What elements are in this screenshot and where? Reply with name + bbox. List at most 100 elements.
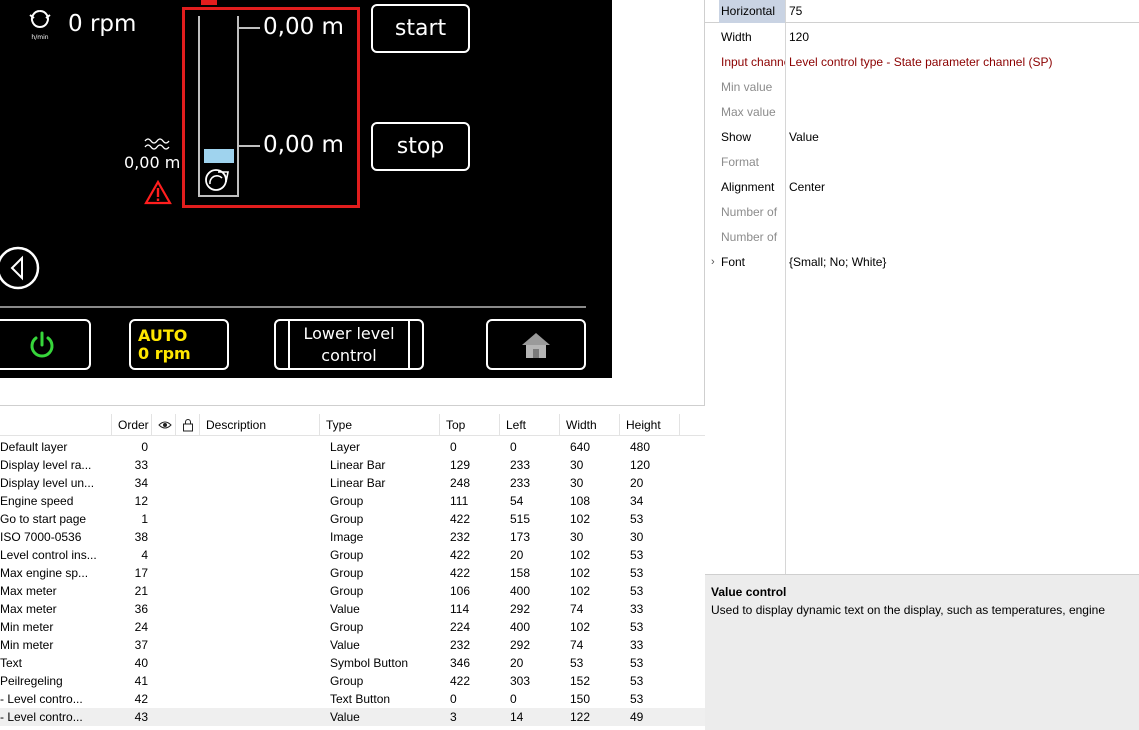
cell-height: 30 xyxy=(630,530,644,544)
table-row[interactable]: Engine speed 12 Group 111 54 108 34 xyxy=(0,492,705,510)
cell-name: Display level un... xyxy=(0,476,95,490)
cell-height: 53 xyxy=(630,692,644,706)
water-level-icon xyxy=(144,138,170,150)
auto-mode-button[interactable]: AUTO 0 rpm xyxy=(129,319,229,370)
col-visibility-header[interactable] xyxy=(152,414,176,436)
table-row[interactable]: Text 40 Symbol Button 346 20 53 53 xyxy=(0,654,705,672)
col-description-header[interactable]: Description xyxy=(200,414,320,436)
property-row[interactable]: Input channel Level control type - State … xyxy=(705,50,1139,75)
tank-level-gauge[interactable] xyxy=(188,12,268,202)
cell-order: 43 xyxy=(134,710,148,724)
display-preview[interactable]: h/min 0 rpm 0,00 m 0,00 m 0,00 m start s… xyxy=(0,0,612,378)
cell-type: Image xyxy=(330,530,364,544)
cell-name: Default layer xyxy=(0,440,68,454)
property-value[interactable]: 120 xyxy=(789,25,809,50)
property-row[interactable]: Number of xyxy=(705,200,1139,225)
cell-top: 106 xyxy=(450,584,471,598)
description-title: Value control xyxy=(711,585,787,599)
cell-height: 53 xyxy=(630,584,644,598)
min-level-value[interactable]: 0,00 m xyxy=(263,132,344,158)
table-row[interactable]: Display level ra... 33 Linear Bar 129 233 30 1… xyxy=(0,456,705,474)
cell-order: 17 xyxy=(134,566,148,580)
col-left-header[interactable]: Left xyxy=(500,414,560,436)
lower-level-control-button[interactable]: Lower level control xyxy=(274,319,424,370)
property-row[interactable]: Show Value xyxy=(705,125,1139,150)
warning-icon[interactable] xyxy=(144,180,172,205)
button-inner-border-left xyxy=(288,321,290,368)
cell-left: 292 xyxy=(510,638,531,652)
design-canvas[interactable]: h/min 0 rpm 0,00 m 0,00 m 0,00 m start s… xyxy=(0,0,705,405)
table-row[interactable]: Min meter 24 Group 224 400 102 53 xyxy=(0,618,705,636)
cell-top: 422 xyxy=(450,566,471,580)
property-value[interactable]: Center xyxy=(789,175,825,200)
col-name-header[interactable] xyxy=(0,414,112,436)
property-row[interactable]: Max value xyxy=(705,100,1139,125)
cell-height: 53 xyxy=(630,674,644,688)
table-row[interactable]: Max engine sp... 17 Group 422 158 102 53 xyxy=(0,564,705,582)
cell-name: Display level ra... xyxy=(0,458,92,472)
cell-order: 33 xyxy=(134,458,148,472)
col-lock-header[interactable] xyxy=(176,414,200,436)
cell-name: Max meter xyxy=(0,584,57,598)
table-row[interactable]: ISO 7000-0536 38 Image 232 173 30 30 xyxy=(0,528,705,546)
power-button[interactable] xyxy=(0,319,91,370)
col-height-header[interactable]: Height xyxy=(620,414,680,436)
cell-left: 515 xyxy=(510,512,531,526)
property-row[interactable]: Width 120 xyxy=(705,25,1139,50)
table-row[interactable]: Min meter 37 Value 232 292 74 33 xyxy=(0,636,705,654)
stop-button[interactable]: stop xyxy=(371,122,470,171)
table-row[interactable]: Max meter 21 Group 106 400 102 53 xyxy=(0,582,705,600)
back-arrow-button[interactable] xyxy=(0,243,42,293)
table-row[interactable]: Display level un... 34 Linear Bar 248 233 30 2… xyxy=(0,474,705,492)
cell-type: Value xyxy=(330,638,360,652)
start-button[interactable]: start xyxy=(371,4,470,53)
expand-chevron-icon[interactable]: › xyxy=(711,250,715,275)
cell-type: Layer xyxy=(330,440,361,454)
cell-order: 24 xyxy=(134,620,148,634)
table-row[interactable]: Level control ins... 4 Group 422 20 102 53 xyxy=(0,546,705,564)
cell-order: 12 xyxy=(134,494,148,508)
table-row[interactable]: - Level contro... 43 Value 3 14 122 49 xyxy=(0,708,705,726)
engine-rpm-value[interactable]: 0 rpm xyxy=(68,11,136,37)
cell-name: Level control ins... xyxy=(0,548,97,562)
cell-left: 20 xyxy=(510,656,524,670)
col-top-header[interactable]: Top xyxy=(440,414,500,436)
cell-name: Min meter xyxy=(0,638,54,652)
cell-left: 158 xyxy=(510,566,531,580)
property-row[interactable]: Alignment Center xyxy=(705,175,1139,200)
property-row[interactable]: Horizontal 75 xyxy=(705,0,1139,23)
max-level-value[interactable]: 0,00 m xyxy=(263,14,344,40)
selection-handle[interactable] xyxy=(201,0,217,5)
property-row[interactable]: Min value xyxy=(705,75,1139,100)
cell-order: 42 xyxy=(134,692,148,706)
table-row[interactable]: Go to start page 1 Group 422 515 102 53 xyxy=(0,510,705,528)
objects-table[interactable]: Order Description Type Top Left Width He… xyxy=(0,405,705,730)
cell-width: 74 xyxy=(570,602,584,616)
property-label: Width xyxy=(721,30,752,44)
cell-type: Group xyxy=(330,548,364,562)
property-value[interactable]: 75 xyxy=(789,0,802,23)
property-value[interactable]: Value xyxy=(789,125,819,150)
home-button[interactable] xyxy=(486,319,586,370)
col-order-header[interactable]: Order xyxy=(112,414,152,436)
property-row[interactable]: Font {Small; No; White} › xyxy=(705,250,1139,275)
cell-width: 53 xyxy=(570,656,584,670)
property-value[interactable]: Level control type - State parameter cha… xyxy=(789,50,1052,75)
cell-top: 422 xyxy=(450,674,471,688)
cell-width: 102 xyxy=(570,566,591,580)
table-row[interactable]: Max meter 36 Value 114 292 74 33 xyxy=(0,600,705,618)
table-row[interactable]: - Level contro... 42 Text Button 0 0 150 53 xyxy=(0,690,705,708)
engine-speed-icon: h/min xyxy=(29,10,51,41)
property-row[interactable]: Number of xyxy=(705,225,1139,250)
col-type-header[interactable]: Type xyxy=(320,414,440,436)
table-row[interactable]: Default layer 0 Layer 0 0 640 480 xyxy=(0,438,705,456)
cell-width: 102 xyxy=(570,620,591,634)
property-row[interactable]: Format xyxy=(705,150,1139,175)
col-width-header[interactable]: Width xyxy=(560,414,620,436)
table-row[interactable]: Peilregeling 41 Group 422 303 152 53 xyxy=(0,672,705,690)
cell-top: 224 xyxy=(450,620,471,634)
property-value[interactable]: {Small; No; White} xyxy=(789,250,886,275)
cell-top: 129 xyxy=(450,458,471,472)
level-value[interactable]: 0,00 m xyxy=(124,153,180,172)
cell-width: 108 xyxy=(570,494,591,508)
